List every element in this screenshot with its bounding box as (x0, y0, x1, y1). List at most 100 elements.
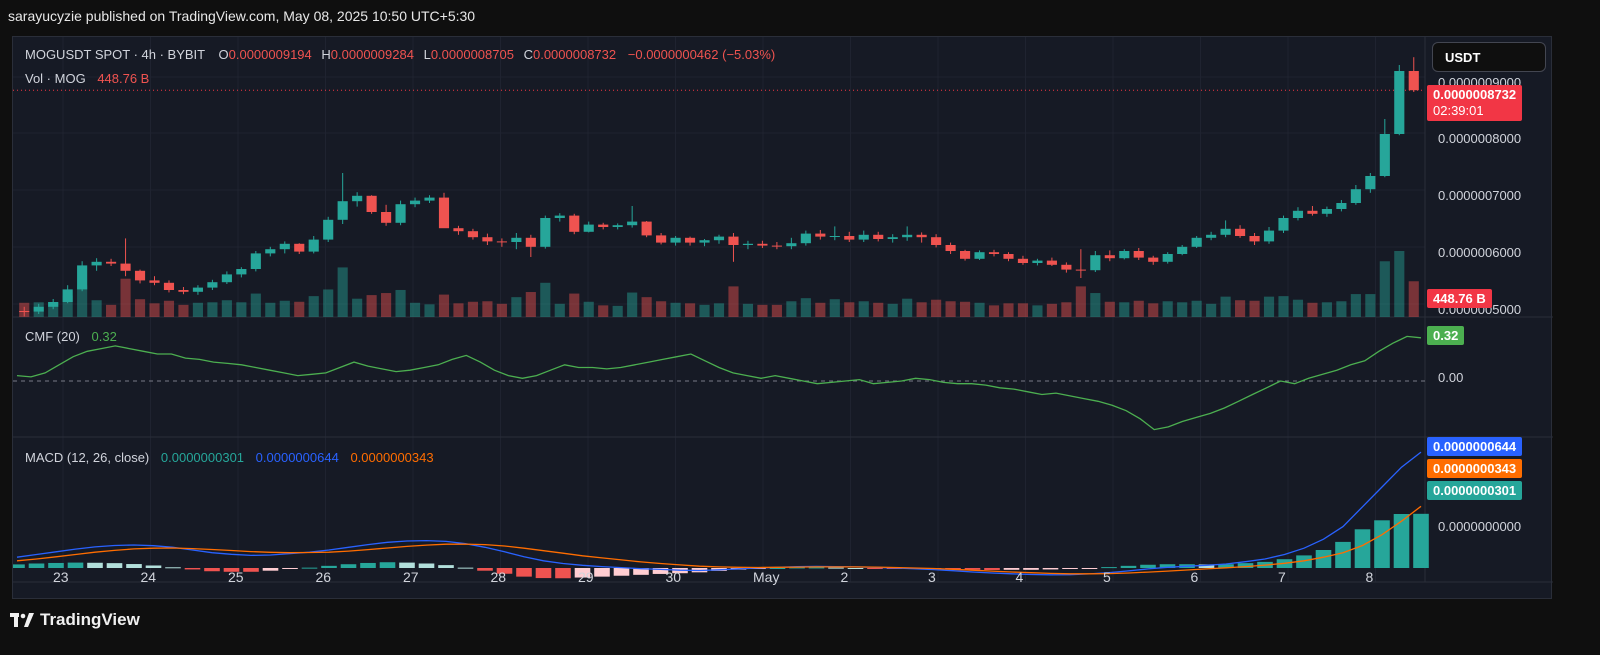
macd-histogram-bar (321, 565, 337, 568)
volume-bar (366, 295, 377, 317)
volume-bar (583, 301, 594, 317)
volume-bar (1220, 296, 1231, 317)
macd-histogram-bar (555, 568, 571, 579)
macd-signal-value: 0.0000000343 (350, 450, 434, 465)
volume-bar (308, 296, 319, 317)
volume-bar (829, 299, 840, 317)
volume-bar (554, 303, 565, 317)
candle-body (1365, 176, 1376, 190)
candle-body (873, 234, 884, 239)
macd-histogram-bar (340, 564, 357, 568)
volume-bar (467, 301, 479, 317)
candle-body (1075, 269, 1086, 271)
symbol-label: MOGUSDT SPOT · 4h · BYBIT (25, 47, 205, 62)
signal-line (16, 505, 1422, 575)
volume-bar (1017, 303, 1029, 317)
candle-body (1336, 203, 1347, 209)
volume-bar (1408, 281, 1419, 317)
x-tick-label: 8 (1365, 569, 1374, 585)
candle-body (1307, 210, 1318, 214)
volume-bar (1206, 303, 1217, 317)
volume-bar (1177, 302, 1188, 317)
volume-bar (1379, 261, 1390, 317)
macd-histogram-bar (145, 565, 162, 568)
chart-area[interactable]: MOGUSDT SPOT · 4h · BYBIT O0.0000009194 … (12, 36, 1553, 600)
candle-body (1379, 134, 1390, 176)
candle-body (1017, 258, 1029, 263)
candle-body (1394, 71, 1405, 134)
open-value: 0.0000009194 (228, 47, 312, 62)
macd-histogram-bar (13, 564, 25, 568)
x-tick-label: 29 (578, 569, 594, 585)
volume-bar (931, 299, 942, 317)
macd-histogram-bar (1354, 529, 1371, 568)
signal-tag: 0.0000000343 (1427, 459, 1523, 478)
macd-histogram-bar (516, 568, 532, 577)
macd-histogram-bar (67, 562, 84, 568)
candle-body (858, 234, 869, 240)
candle-body (1249, 236, 1260, 242)
volume-bar (1046, 303, 1057, 317)
macd-histogram-bar (1140, 564, 1156, 568)
candle-body (1292, 210, 1304, 218)
volume-bar (988, 305, 1000, 317)
brand-name: TradingView (40, 610, 140, 629)
macd-histogram-bar (379, 562, 396, 568)
volume-bar (728, 286, 739, 317)
close-label: C (523, 47, 533, 62)
candle-body (250, 253, 261, 269)
macd-histogram-bar (1081, 568, 1098, 569)
x-tick-label: 30 (665, 569, 682, 585)
volume-bar (771, 304, 782, 317)
macd-histogram-bar (126, 564, 142, 568)
cmf-label: CMF (20) (25, 329, 80, 344)
candle-body (699, 240, 710, 243)
candle-body (829, 236, 840, 237)
high-value: 0.0000009284 (330, 47, 414, 62)
volume-bar (1191, 300, 1202, 317)
volume-bar (844, 302, 855, 317)
volume-bar (757, 304, 768, 317)
x-tick-label: 7 (1278, 569, 1286, 585)
volume-bar (1292, 299, 1304, 317)
volume-bar (1365, 294, 1376, 317)
candle-body (1206, 234, 1217, 238)
tradingview-chart-frame: sarayucyzie published on TradingView.com… (0, 0, 1600, 655)
volume-bar (221, 300, 232, 317)
low-value: 0.0000008705 (430, 47, 514, 62)
volume-bar (1133, 300, 1144, 317)
candle-body (207, 282, 218, 288)
macd-label: MACD (12, 26, close) (25, 450, 150, 465)
x-tick-label: 26 (315, 569, 332, 585)
macd-legend: MACD (12, 26, close) 0.0000000301 0.0000… (25, 450, 434, 465)
macd-histogram-bar (1101, 567, 1117, 569)
candle-body (916, 234, 927, 238)
candle-body (713, 236, 725, 241)
high-label: H (321, 47, 331, 62)
volume-label: Vol · MOG (25, 71, 86, 86)
volume-bar (786, 301, 797, 317)
candle-body (974, 252, 985, 259)
candle-body (1104, 255, 1115, 259)
chart-svg[interactable] (13, 37, 1553, 600)
candle-body (424, 197, 435, 201)
volume-bar (1162, 301, 1173, 317)
cmf-line (16, 335, 1422, 431)
volume-bar (120, 278, 131, 317)
macd-histogram-bar (418, 563, 435, 568)
candle-body (337, 201, 348, 220)
volume-bar (1249, 300, 1260, 317)
volume-bar (800, 298, 811, 317)
volume-bar (1278, 296, 1289, 317)
macd-line-value: 0.0000000644 (255, 450, 339, 465)
candle-body (815, 233, 826, 237)
volume-bar (207, 302, 218, 317)
currency-button[interactable]: USDT (1432, 42, 1546, 72)
volume-bar (236, 302, 247, 317)
candle-body (106, 261, 117, 264)
x-tick-label: May (753, 569, 780, 585)
x-tick-label: 4 (1015, 569, 1024, 585)
volume-bar (974, 302, 985, 317)
candle-body (409, 200, 421, 205)
volume-bar (902, 298, 913, 317)
